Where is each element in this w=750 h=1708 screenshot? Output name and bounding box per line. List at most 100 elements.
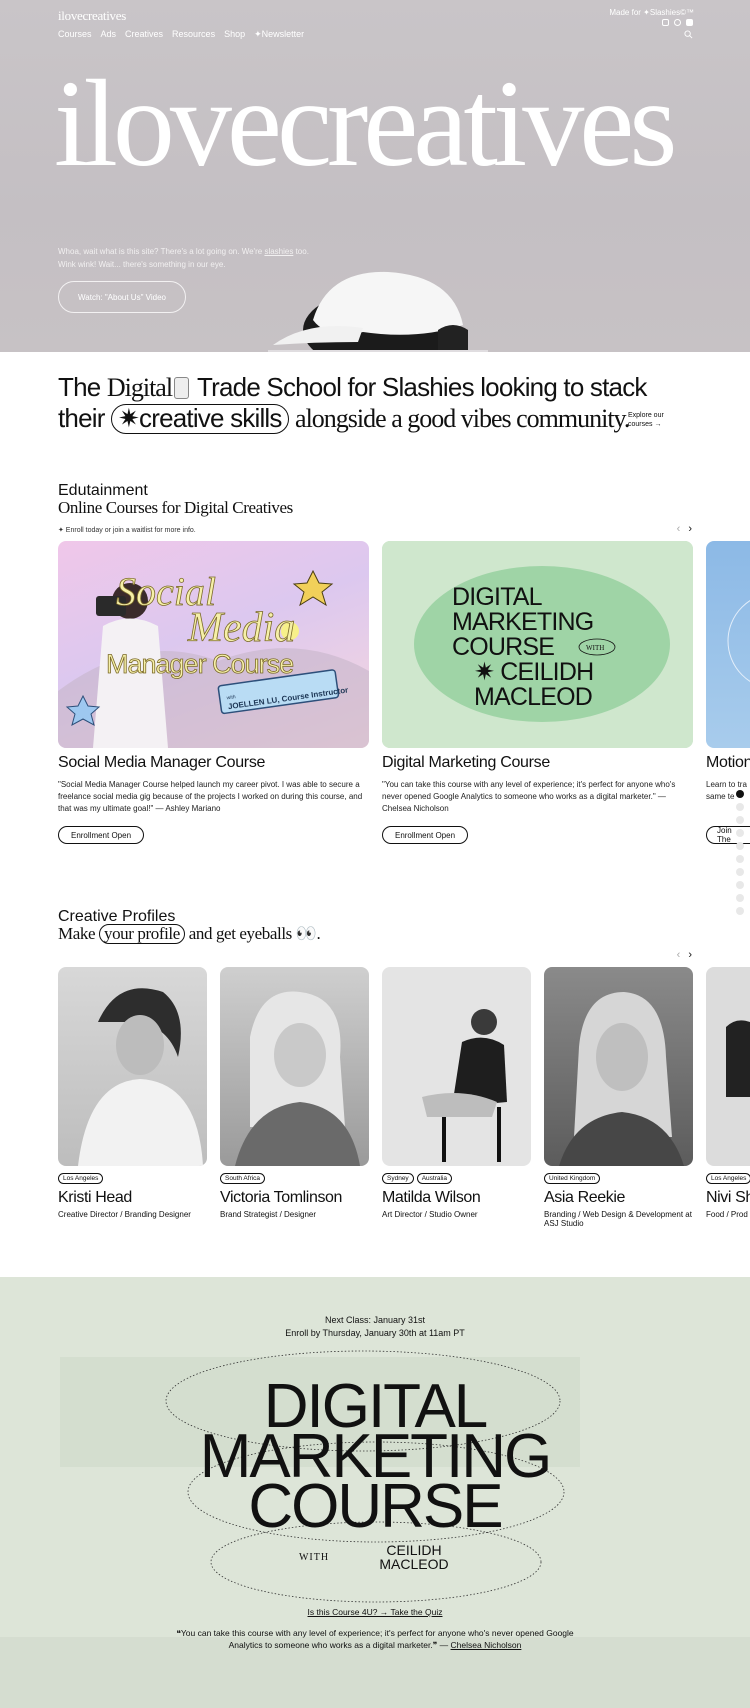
nav-link-courses[interactable]: Courses <box>58 29 92 40</box>
art-digital: DIGITAL <box>452 583 543 611</box>
phone-icon <box>174 377 190 399</box>
courses-note: ✦ Enroll today or join a waitlist for mo… <box>58 527 196 534</box>
your-profile-pill[interactable]: your profile <box>98 924 185 944</box>
profile-name[interactable]: Asia Reekie <box>544 1189 625 1207</box>
about-video-button[interactable]: Watch: "About Us" Video <box>58 281 186 313</box>
youtube-icon[interactable] <box>686 19 693 26</box>
course-name-digital-marketing[interactable]: Digital Marketing Course <box>382 754 550 772</box>
profile-role: Creative Director / Branding Designer <box>58 1210 191 1219</box>
profiles-title: Make your profile and get eyeballs 👀. <box>58 924 321 944</box>
hero-section: ilovecreatives Courses Ads Creatives Res… <box>0 0 750 352</box>
scroll-dot[interactable] <box>736 829 744 837</box>
profile-locations: South Africa <box>220 1173 266 1184</box>
scroll-dot[interactable] <box>736 881 744 889</box>
social-links <box>662 19 693 26</box>
promo-line-course: COURSE <box>248 1472 501 1541</box>
social-media-course-art: Social Media Manager Course with JOELLEN… <box>58 569 369 748</box>
prev-arrow-icon[interactable]: ‹ <box>677 949 681 961</box>
tagline-rest: alongside a good vibes community. <box>295 404 630 433</box>
profile-photo[interactable] <box>382 967 531 1166</box>
profile-role: Food / Prod <box>706 1210 748 1219</box>
promo-quote-line-2: Analytics to someone who works as a digi… <box>0 1640 750 1651</box>
quote-author-link[interactable]: Chelsea Nicholson <box>451 1640 522 1650</box>
profile-name[interactable]: Matilda Wilson <box>382 1189 481 1207</box>
profile-name[interactable]: Nivi Sh <box>706 1189 750 1207</box>
profile-photo[interactable] <box>220 967 369 1166</box>
tagline: The Digital Trade School for Slashies lo… <box>58 372 698 434</box>
next-arrow-icon[interactable]: › <box>688 949 692 961</box>
nav-link-shop[interactable]: Shop <box>224 29 245 40</box>
art-with: WITH <box>586 644 604 652</box>
location-tag[interactable]: Sydney <box>382 1173 414 1184</box>
promo-quote-line-1: ❝You can take this course with any level… <box>176 1628 574 1638</box>
search-icon[interactable] <box>684 30 693 39</box>
art-media: Media <box>187 605 295 651</box>
scroll-dot[interactable] <box>736 803 744 811</box>
scroll-dot[interactable] <box>736 855 744 863</box>
location-tag[interactable]: Los Angeles <box>58 1173 104 1184</box>
course-card-digital-marketing[interactable]: DIGITAL MARKETING COURSE WITH ✷ CEILIDH … <box>382 541 693 748</box>
nav-logo[interactable]: ilovecreatives <box>58 8 126 24</box>
scroll-dot[interactable] <box>736 894 744 902</box>
nav-link-resources[interactable]: Resources <box>172 29 215 40</box>
course-quote-digital-marketing: "You can take this course with any level… <box>382 780 676 813</box>
hero-photo-cap <box>268 271 488 352</box>
next-arrow-icon[interactable]: › <box>688 523 692 535</box>
course-name-motion[interactable]: Motion <box>706 754 750 772</box>
profile-photo[interactable] <box>706 967 750 1166</box>
nav-link-creatives[interactable]: Creatives <box>125 29 163 40</box>
motion-course-art <box>727 600 750 682</box>
enroll-button-social-media[interactable]: Enrollment Open <box>58 826 144 844</box>
nav-link-newsletter[interactable]: ✦Newsletter <box>254 29 304 40</box>
profile-photo-art <box>422 1009 507 1162</box>
promo-name-macleod: MACLEOD <box>379 1556 448 1572</box>
digital-marketing-course-art: DIGITAL MARKETING COURSE WITH ✷ CEILIDH … <box>382 541 693 748</box>
scroll-dot[interactable] <box>736 868 744 876</box>
profile-role: Brand Strategist / Designer <box>220 1210 317 1219</box>
instagram-icon[interactable] <box>662 19 669 26</box>
explore-courses-text[interactable]: Explore our courses → <box>628 411 670 429</box>
profile-role: Branding / Web Design & Development at A… <box>544 1210 692 1228</box>
tagline-the: The <box>58 372 101 402</box>
course-name-social-media[interactable]: Social Media Manager Course <box>58 754 265 772</box>
location-tag[interactable]: United Kingdom <box>544 1173 601 1184</box>
scroll-dot[interactable] <box>736 907 744 915</box>
tagline-digital: Digital <box>106 373 173 402</box>
creative-skills-pill: ✷creative skills <box>111 404 289 434</box>
nav-link-ads[interactable]: Ads <box>101 29 117 40</box>
explore-courses-link[interactable]: Explore our courses → <box>628 411 670 429</box>
scroll-dot[interactable] <box>736 816 744 824</box>
course-card-social-media[interactable]: Social Media Manager Course with JOELLEN… <box>58 541 369 748</box>
location-tag[interactable]: Australia <box>416 1173 452 1184</box>
course-card-motion[interactable] <box>706 541 750 748</box>
art-macleod: MACLEOD <box>474 683 592 711</box>
digital-marketing-promo: Next Class: January 31st Enroll by Thurs… <box>0 1277 750 1708</box>
tagline-their: their <box>58 403 105 433</box>
promo-with: WITH <box>299 1552 329 1563</box>
prev-arrow-icon[interactable]: ‹ <box>677 523 681 535</box>
scroll-dot[interactable] <box>736 842 744 850</box>
profile-photo[interactable] <box>544 967 693 1166</box>
profile-locations: Los Angeles <box>58 1173 104 1184</box>
location-tag[interactable]: South Africa <box>220 1173 266 1184</box>
profile-photo-art <box>235 991 360 1166</box>
courses-title: Online Courses for Digital Creatives <box>58 498 293 517</box>
quiz-link[interactable]: Is this Course 4U? → Take the Quiz <box>0 1607 750 1617</box>
pinterest-icon[interactable] <box>674 19 681 26</box>
art-manager-course: Manager Course <box>106 649 293 679</box>
enroll-button-digital-marketing[interactable]: Enrollment Open <box>382 826 468 844</box>
courses-carousel-arrows: ‹ › <box>677 523 692 535</box>
profiles-carousel-arrows: ‹ › <box>677 949 692 961</box>
location-tag[interactable]: Los Angeles <box>706 1173 750 1184</box>
scroll-dot[interactable] <box>736 790 744 798</box>
quiz-link-text[interactable]: Is this Course 4U? → Take the Quiz <box>308 1607 443 1617</box>
profile-photo-art <box>78 988 203 1166</box>
profile-locations: Los Angeles <box>706 1173 750 1184</box>
profile-photo[interactable] <box>58 967 207 1166</box>
profile-name[interactable]: Kristi Head <box>58 1189 132 1207</box>
profile-role: Art Director / Studio Owner <box>382 1210 478 1219</box>
made-for-link[interactable]: Made for ✦Slashies©™ <box>609 8 694 17</box>
profile-name[interactable]: Victoria Tomlinson <box>220 1189 342 1207</box>
promo-quote-text: Analytics to someone who works as a digi… <box>228 1640 449 1650</box>
profile-photo-art <box>726 1020 750 1097</box>
